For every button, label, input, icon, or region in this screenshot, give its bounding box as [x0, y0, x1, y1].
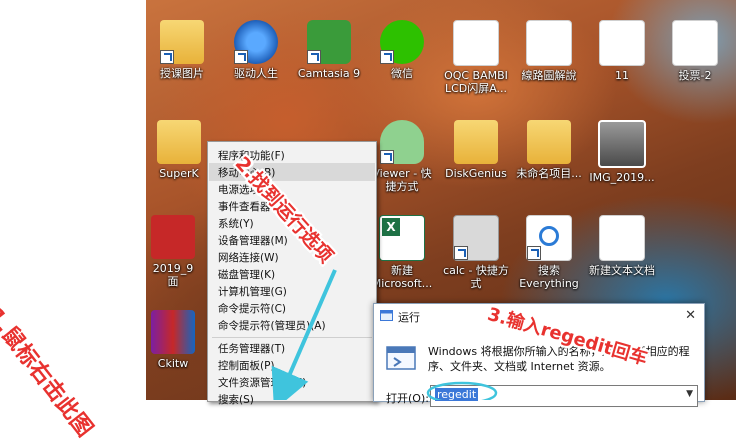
highlight-circle: [426, 381, 498, 400]
arrow-to-run: [271, 269, 337, 400]
